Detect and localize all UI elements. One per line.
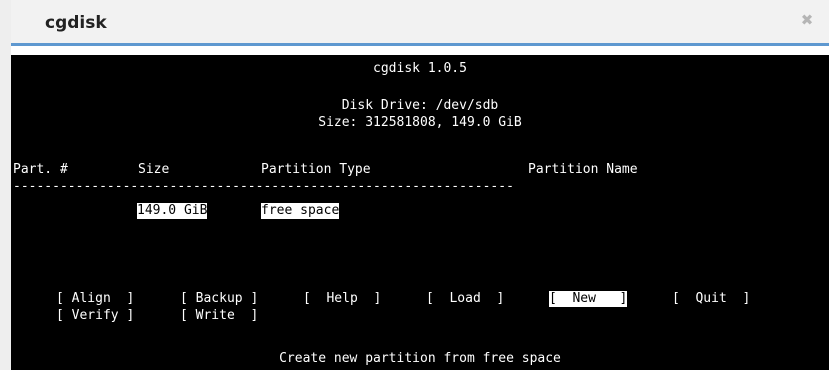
- header-partition-name: Partition Name: [528, 162, 638, 177]
- row-size-cell[interactable]: 149.0 GiB: [137, 203, 208, 219]
- menu-align-button[interactable]: [ Align ]: [56, 291, 134, 307]
- menu-new-button[interactable]: [ New ]: [549, 291, 628, 307]
- terminal-screen: cgdisk 1.0.5 Disk Drive: /dev/sdb Size: …: [11, 55, 829, 370]
- left-edge-strip: [0, 0, 11, 370]
- menu-load-button[interactable]: [ Load ]: [426, 291, 504, 307]
- menu-quit-button[interactable]: [ Quit ]: [672, 291, 750, 307]
- disk-size-label: Size: 312581808, 149.0 GiB: [318, 115, 522, 130]
- header-partition-type: Partition Type: [261, 162, 371, 177]
- menu-write-button[interactable]: [ Write ]: [180, 308, 258, 324]
- disk-drive-label: Disk Drive: /dev/sdb: [341, 98, 499, 113]
- app-version: cgdisk 1.0.5: [373, 61, 467, 76]
- table-separator: ----------------------------------------…: [13, 179, 514, 194]
- row-type-cell[interactable]: free space: [261, 203, 340, 219]
- close-icon[interactable]: ✖: [799, 12, 815, 28]
- header-part-number: Part. #: [13, 162, 68, 177]
- menu-backup-button[interactable]: [ Backup ]: [180, 291, 258, 307]
- header-size: Size: [138, 162, 170, 177]
- window-title: cgdisk: [45, 13, 107, 33]
- window-titlebar: cgdisk ✖: [11, 0, 829, 46]
- status-line: Create new partition from free space: [279, 351, 561, 366]
- menu-verify-button[interactable]: [ Verify ]: [56, 308, 134, 324]
- menu-help-button[interactable]: [ Help ]: [303, 291, 381, 307]
